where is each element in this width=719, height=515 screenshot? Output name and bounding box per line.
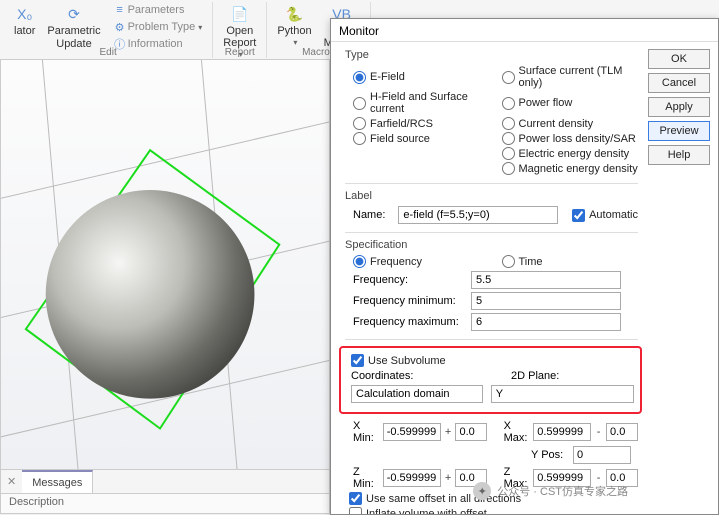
- viewport-svg: [1, 60, 329, 469]
- help-button[interactable]: Help: [648, 145, 710, 165]
- wechat-icon: ✦: [473, 482, 491, 500]
- xmin-offset-field[interactable]: [455, 423, 487, 441]
- y-row: Y Pos:: [353, 446, 638, 464]
- dialog-title: Monitor: [331, 20, 718, 42]
- inflate-checkbox[interactable]: Inflate volume with offset: [349, 507, 487, 514]
- calculator-icon: X₀: [15, 4, 35, 24]
- radio-fieldsource[interactable]: Field source: [353, 132, 490, 145]
- watermark: ✦ 公众号 · CST仿真专家之路: [473, 482, 628, 500]
- preview-button[interactable]: Preview: [648, 121, 710, 141]
- radio-farfield[interactable]: Farfield/RCS: [353, 117, 490, 130]
- information-button[interactable]: ⓘInformation: [109, 36, 207, 52]
- fmax-label: Frequency maximum:: [353, 316, 463, 328]
- cancel-button[interactable]: Cancel: [648, 73, 710, 93]
- dialog-button-column: OK Cancel Apply Preview Help: [648, 19, 718, 514]
- 3d-viewport[interactable]: [0, 60, 330, 470]
- xmax-label: X Max:: [504, 420, 530, 444]
- fmin-field[interactable]: [471, 292, 621, 310]
- coords-label: Coordinates:: [351, 370, 471, 382]
- name-field[interactable]: [398, 206, 558, 224]
- radio-power-loss[interactable]: Power loss density/SAR: [502, 132, 639, 145]
- fmax-field[interactable]: [471, 313, 621, 331]
- radio-magnetic-energy[interactable]: Magnetic energy density: [502, 162, 639, 175]
- spec-group: Specification Frequency Time Frequency: …: [345, 239, 638, 331]
- ypos-field[interactable]: [573, 446, 631, 464]
- chevron-down-icon: ▾: [293, 38, 297, 47]
- xmax-field[interactable]: [533, 423, 591, 441]
- chevron-down-icon: ▾: [198, 23, 202, 32]
- type-legend: Type: [345, 49, 638, 61]
- python-button[interactable]: 🐍 Python▾: [273, 2, 315, 49]
- use-subvolume-checkbox[interactable]: Use Subvolume: [351, 354, 446, 367]
- coords-select[interactable]: Calculation domain: [351, 385, 483, 403]
- problem-type-button[interactable]: ⚙Problem Type▾: [109, 19, 207, 35]
- ypos-label: Y Pos:: [531, 449, 569, 461]
- ok-button[interactable]: OK: [648, 49, 710, 69]
- python-icon: 🐍: [284, 4, 304, 24]
- calculator-button[interactable]: X₀ lator: [10, 2, 39, 39]
- subvolume-highlight: Use Subvolume Coordinates: 2D Plane: Cal…: [339, 346, 642, 414]
- radio-efield[interactable]: E-Field: [353, 65, 490, 89]
- sphere-model: [46, 190, 255, 399]
- type-group: Type E-Field Surface current (TLM only) …: [345, 49, 638, 175]
- parametric-update-button[interactable]: ⟳ Parametric Update: [43, 2, 104, 52]
- radio-frequency[interactable]: Frequency: [353, 255, 490, 268]
- ribbon-group-edit: X₀ lator ⟳ Parametric Update ≡Parameters…: [4, 2, 213, 58]
- parameters-button[interactable]: ≡Parameters: [109, 2, 207, 18]
- spec-legend: Specification: [345, 239, 638, 251]
- refresh-icon: ⟳: [64, 4, 84, 24]
- zmin-label: Z Min:: [353, 466, 379, 490]
- monitor-dialog: Type E-Field Surface current (TLM only) …: [330, 18, 719, 515]
- name-label: Name:: [353, 209, 390, 221]
- x-range-row: X Min: + X Max: -: [353, 420, 638, 444]
- freq-field[interactable]: [471, 271, 621, 289]
- xmax-offset-field[interactable]: [606, 423, 638, 441]
- radio-surface-tlm[interactable]: Surface current (TLM only): [502, 65, 639, 89]
- messages-tab[interactable]: Messages: [22, 470, 93, 493]
- plane-label: 2D Plane:: [511, 370, 559, 382]
- label-legend: Label: [345, 190, 638, 202]
- radio-hfield[interactable]: H-Field and Surface current: [353, 91, 490, 115]
- fmin-label: Frequency minimum:: [353, 295, 463, 307]
- gear-icon: ⚙: [113, 20, 127, 34]
- automatic-checkbox[interactable]: Automatic: [572, 209, 638, 222]
- radio-time[interactable]: Time: [502, 255, 639, 268]
- freq-label: Frequency:: [353, 274, 463, 286]
- bottom-panel-tabs: ✕ Messages: [0, 470, 330, 494]
- apply-button[interactable]: Apply: [648, 97, 710, 117]
- report-icon: 📄: [230, 4, 250, 24]
- xmin-label: X Min:: [353, 420, 379, 444]
- radio-powerflow[interactable]: Power flow: [502, 91, 639, 115]
- zmin-field[interactable]: [383, 469, 441, 487]
- radio-electric-energy[interactable]: Electric energy density: [502, 147, 639, 160]
- radio-current-density[interactable]: Current density: [502, 117, 639, 130]
- ribbon-group-label-report: Report: [225, 47, 255, 58]
- plane-select[interactable]: Y: [491, 385, 634, 403]
- close-panel-icon[interactable]: ✕: [1, 473, 22, 490]
- ribbon-group-label-edit: Edit: [100, 47, 117, 58]
- label-group: Label Name: Automatic: [345, 190, 638, 224]
- ribbon-group-report: 📄 Open Report▾ Report: [213, 2, 267, 58]
- slider-icon: ≡: [113, 3, 127, 17]
- xmin-field[interactable]: [383, 423, 441, 441]
- description-tab[interactable]: Description: [0, 494, 330, 514]
